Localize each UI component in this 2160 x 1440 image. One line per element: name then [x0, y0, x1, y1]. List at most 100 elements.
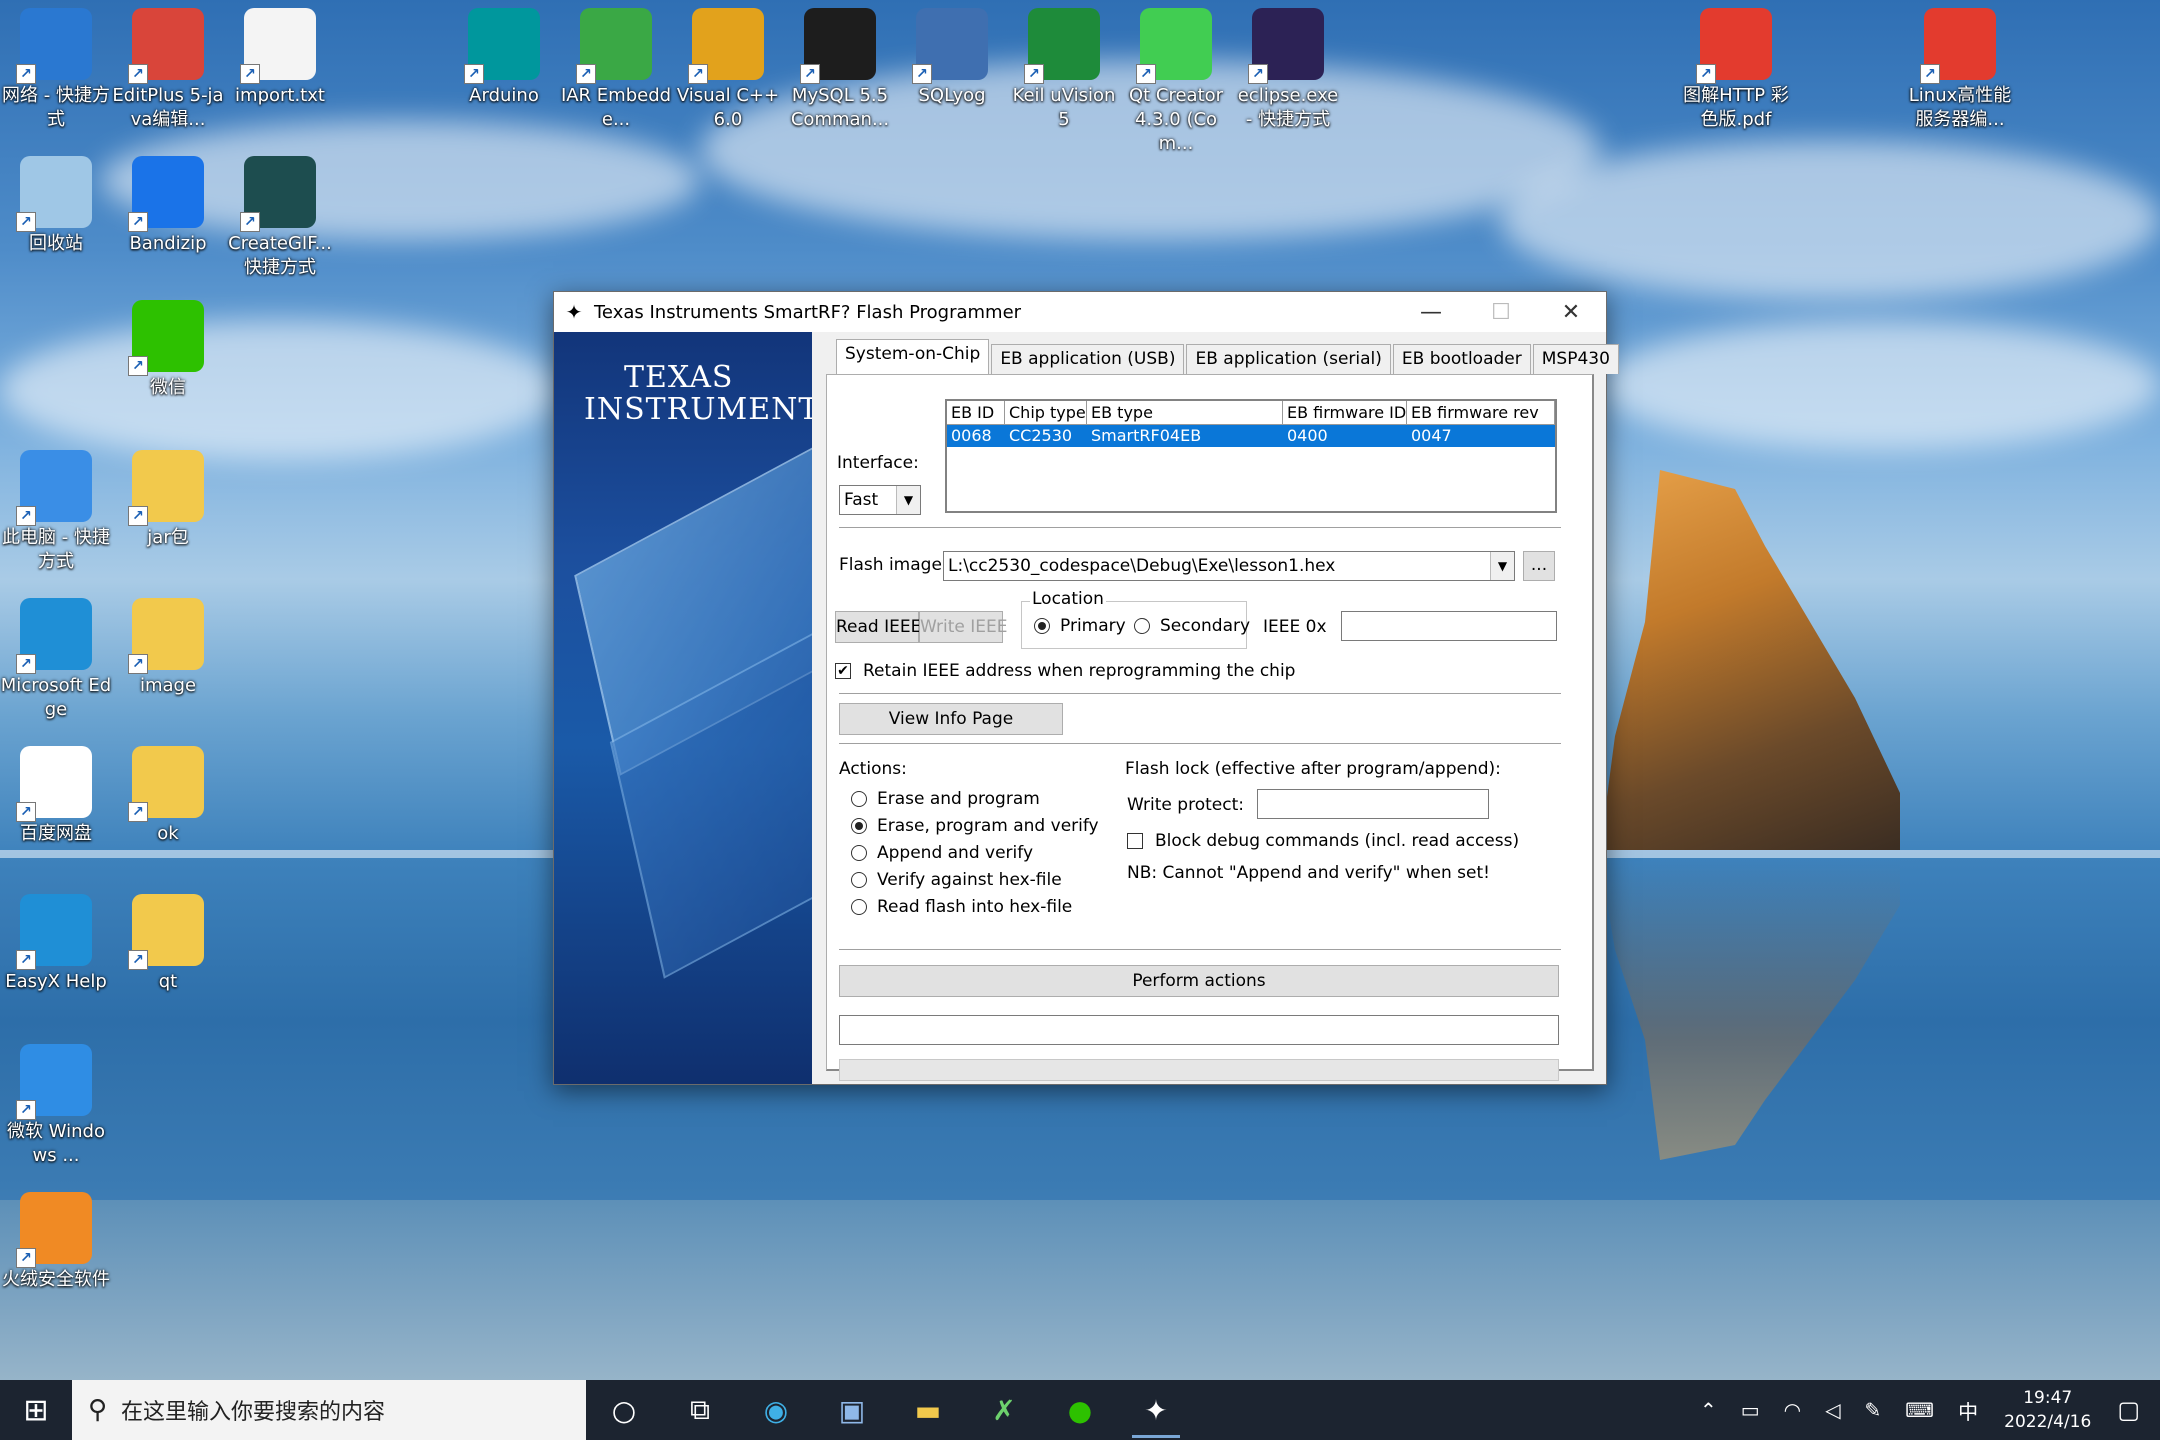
battery-icon[interactable]: ▭	[1741, 1398, 1760, 1422]
column-header[interactable]: EB type	[1087, 401, 1283, 424]
browse-button[interactable]: ...	[1523, 551, 1555, 581]
desktop-icon-label: import.txt	[235, 85, 325, 106]
radio-button-icon	[851, 845, 867, 861]
title-bar[interactable]: ✦ Texas Instruments SmartRF? Flash Progr…	[554, 292, 1606, 332]
read-ieee-button[interactable]: Read IEEE	[835, 611, 921, 643]
desktop-icon[interactable]: ↗ Visual C++ 6.0	[672, 8, 784, 132]
perform-actions-button[interactable]: Perform actions	[839, 965, 1559, 997]
tab-msp430[interactable]: MSP430	[1532, 344, 1619, 374]
secondary-radio[interactable]: Secondary	[1134, 616, 1250, 636]
action-label: Erase and program	[877, 789, 1040, 809]
write-protect-input[interactable]	[1257, 789, 1489, 819]
desktop-icon[interactable]: ↗ CreateGIF... 快捷方式	[224, 156, 336, 280]
windows-start-icon[interactable]: ⊞	[0, 1380, 72, 1440]
folder-icon: ↗	[128, 450, 204, 526]
file-explorer-icon[interactable]: ▬	[890, 1380, 966, 1440]
action-label: Erase, program and verify	[877, 816, 1099, 836]
desktop-icon[interactable]: ↗ image	[112, 598, 224, 698]
desktop-icon[interactable]: ↗ MySQL 5.5 Comman...	[784, 8, 896, 132]
flash-programmer-taskbar-icon[interactable]: ✦	[1118, 1380, 1194, 1440]
table-row[interactable]: 0068 CC2530 SmartRF04EB 0400 0047	[947, 425, 1555, 447]
tab-eb-application-usb[interactable]: EB application (USB)	[991, 344, 1185, 374]
tab-panel: Interface: Fast ▼ EB ID Chip type EB typ…	[826, 374, 1594, 1081]
desktop-icon-label: image	[139, 675, 197, 696]
retain-ieee-checkbox[interactable]: ✔ Retain IEEE address when reprogramming…	[835, 661, 1295, 681]
iar-taskbar-icon[interactable]: ✗	[966, 1380, 1042, 1440]
desktop-icon[interactable]: ↗ 微信	[112, 300, 224, 400]
desktop-icon[interactable]: ↗ qt	[112, 894, 224, 994]
tab-eb-bootloader[interactable]: EB bootloader	[1392, 344, 1531, 374]
volume-icon[interactable]: ◁	[1825, 1398, 1840, 1422]
search-box[interactable]: ⚲ 在这里输入你要搜索的内容	[72, 1380, 586, 1440]
view-info-page-button[interactable]: View Info Page	[839, 703, 1063, 735]
notification-icon[interactable]: ▢	[2117, 1396, 2140, 1424]
task-view-icon[interactable]: ⧉	[662, 1380, 738, 1440]
desktop-icon[interactable]: ↗ Arduino	[448, 8, 560, 108]
device-list[interactable]: EB ID Chip type EB type EB firmware ID E…	[945, 399, 1557, 513]
block-debug-checkbox[interactable]: Block debug commands (incl. read access)	[1127, 831, 1519, 851]
wifi-icon[interactable]: ◠	[1784, 1398, 1801, 1422]
desktop-icon-label: Bandizip	[129, 233, 207, 254]
desktop-icon[interactable]: ↗ Linux高性能服务器编...	[1904, 8, 2016, 132]
desktop-icon[interactable]: ↗ SQLyog	[896, 8, 1008, 108]
keyboard-icon[interactable]: ⌨	[1905, 1398, 1934, 1422]
ieee-address-input[interactable]	[1341, 611, 1557, 641]
desktop-icon[interactable]: ↗ 微软 Windows ...	[0, 1044, 112, 1168]
desktop-icon[interactable]: ↗ Microsoft Edge	[0, 598, 112, 722]
column-header[interactable]: EB firmware rev	[1407, 401, 1555, 424]
desktop-icon[interactable]: ↗ 回收站	[0, 156, 112, 256]
maximize-icon[interactable]: ☐	[1466, 292, 1536, 332]
desktop-icon[interactable]: ↗ 网络 - 快捷方式	[0, 8, 112, 132]
desktop-icon[interactable]: ↗ eclipse.exe - 快捷方式	[1232, 8, 1344, 132]
action-radio[interactable]: Erase, program and verify	[851, 816, 1099, 836]
desktop-icon[interactable]: ↗ Bandizip	[112, 156, 224, 256]
write-ieee-button[interactable]: Write IEEE	[919, 611, 1008, 643]
pen-icon[interactable]: ✎	[1865, 1398, 1882, 1422]
shortcut-arrow-icon: ↗	[16, 1100, 36, 1120]
column-header[interactable]: Chip type	[1005, 401, 1087, 424]
rock-reflection	[1600, 860, 1900, 1160]
column-header[interactable]: EB ID	[947, 401, 1005, 424]
clock-time: 19:47	[2023, 1388, 2073, 1408]
divider	[839, 527, 1561, 529]
chevron-up-icon[interactable]: ⌃	[1700, 1398, 1717, 1422]
desktop-icon[interactable]: ↗ 图解HTTP 彩色版.pdf	[1680, 8, 1792, 132]
chevron-down-icon[interactable]: ▼	[896, 486, 920, 514]
action-radio[interactable]: Verify against hex-file	[851, 870, 1062, 890]
clock[interactable]: 19:47 2022/4/16	[2004, 1386, 2091, 1434]
tab-system-on-chip[interactable]: System-on-Chip	[836, 339, 990, 375]
flash-image-select[interactable]: L:\cc2530_codespace\Debug\Exe\lesson1.he…	[943, 551, 1515, 581]
action-label: Append and verify	[877, 843, 1034, 863]
desktop-icon[interactable]: ↗ EasyX Help	[0, 894, 112, 994]
minimize-icon[interactable]: —	[1396, 292, 1466, 332]
desktop-icon[interactable]: ↗ import.txt	[224, 8, 336, 108]
chevron-down-icon[interactable]: ▼	[1490, 552, 1514, 580]
close-icon[interactable]: ✕	[1536, 292, 1606, 332]
desktop-icon[interactable]: ↗ jar包	[112, 450, 224, 550]
desktop-icon[interactable]: ↗ Qt Creator 4.3.0 (Com...	[1120, 8, 1232, 156]
desktop-icon[interactable]: ↗ ok	[112, 746, 224, 846]
desktop-icon-label: 微软 Windows ...	[7, 1121, 105, 1166]
desktop-icon[interactable]: ↗ EditPlus 5-java编辑...	[112, 8, 224, 132]
desktop-icon[interactable]: ↗ Keil uVision5	[1008, 8, 1120, 132]
desktop-icon[interactable]: ↗ 此电脑 - 快捷方式	[0, 450, 112, 574]
desktop-icon-label: Visual C++ 6.0	[676, 85, 780, 130]
edge-taskbar-icon[interactable]: ◉	[738, 1380, 814, 1440]
primary-radio[interactable]: Primary	[1034, 616, 1126, 636]
computer-taskbar-icon[interactable]: ▣	[814, 1380, 890, 1440]
tab-eb-application-serial[interactable]: EB application (serial)	[1186, 344, 1391, 374]
interface-select[interactable]: Fast ▼	[839, 485, 921, 515]
ime-indicator[interactable]: 中	[1958, 1396, 1978, 1425]
desktop-icon[interactable]: ↗ IAR Embedde...	[560, 8, 672, 132]
desktop-icon[interactable]: ↗ 火绒安全软件	[0, 1192, 112, 1292]
cortana-icon[interactable]: ○	[586, 1380, 662, 1440]
action-radio[interactable]: Read flash into hex-file	[851, 897, 1072, 917]
edge-icon: ↗	[16, 894, 92, 970]
cloud	[1500, 140, 2160, 300]
column-header[interactable]: EB firmware ID	[1283, 401, 1407, 424]
action-radio[interactable]: Append and verify	[851, 843, 1033, 863]
wechat-taskbar-icon[interactable]: ●	[1042, 1380, 1118, 1440]
shortcut-arrow-icon: ↗	[16, 950, 36, 970]
desktop-icon[interactable]: ↗ 百度网盘	[0, 746, 112, 846]
action-radio[interactable]: Erase and program	[851, 789, 1040, 809]
